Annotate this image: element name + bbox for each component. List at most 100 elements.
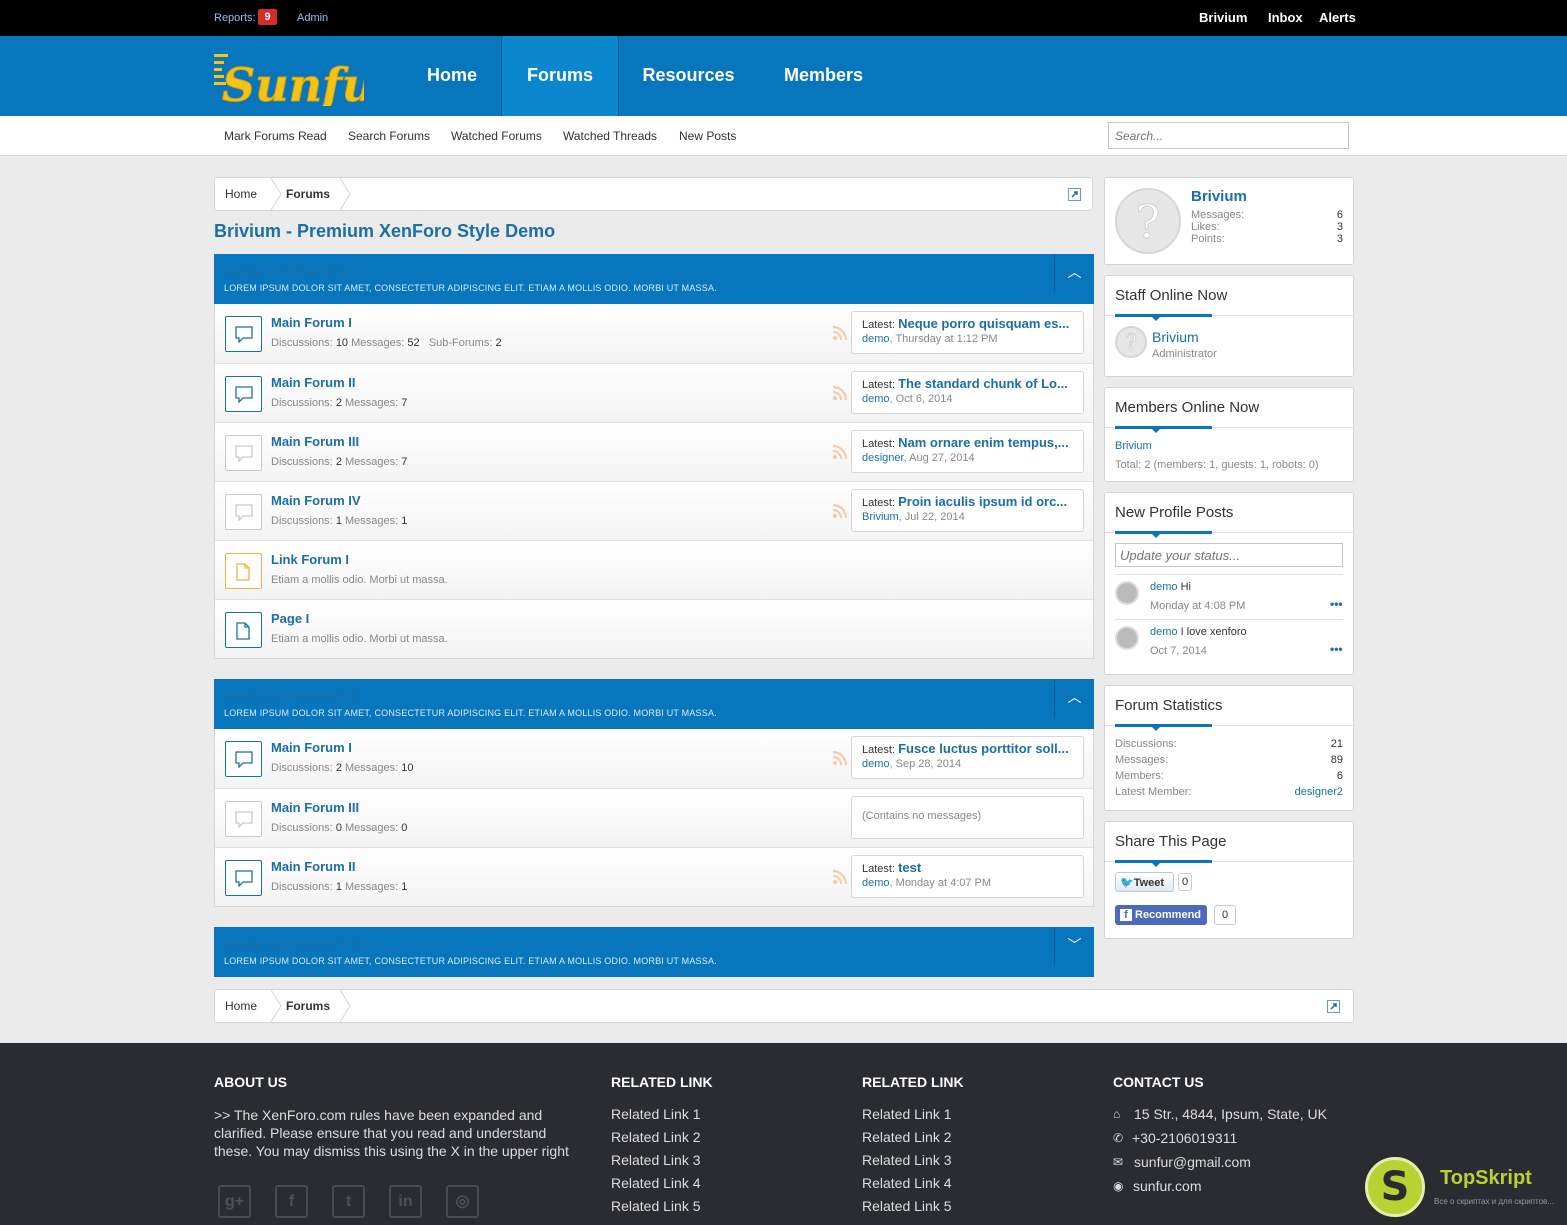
footer-related-link[interactable]: Related Link 2 <box>611 1129 701 1145</box>
forum-unread-icon[interactable] <box>225 741 262 777</box>
contact-website[interactable]: sunfur.com <box>1133 1178 1201 1194</box>
online-member-link[interactable]: Brivium <box>1115 440 1152 452</box>
linkedin-icon[interactable]: in <box>389 1185 422 1218</box>
forum-read-icon[interactable] <box>225 801 262 837</box>
latest-thread-link[interactable]: Fusce luctus porttitor soll... <box>898 741 1068 756</box>
expand-toggle-icon[interactable]: ﹀ <box>1054 927 1094 966</box>
forum-title[interactable]: Page I <box>271 611 309 626</box>
alerts-link[interactable]: Alerts <box>1319 10 1356 25</box>
page-icon[interactable] <box>225 612 262 648</box>
forum-title[interactable]: Main Forum II <box>271 375 356 390</box>
tweet-button[interactable]: 🐦Tweet <box>1115 872 1174 892</box>
footer-related-link[interactable]: Related Link 2 <box>862 1129 952 1145</box>
inbox-link[interactable]: Inbox <box>1268 10 1303 25</box>
dribbble-icon[interactable]: ◎ <box>446 1185 479 1218</box>
forum-title[interactable]: Main Forum II <box>271 859 356 874</box>
more-options-icon[interactable]: ••• <box>1330 597 1343 611</box>
site-logo[interactable]: Sunfur <box>214 44 404 113</box>
mark-forums-read-link[interactable]: Mark Forums Read <box>224 129 327 143</box>
forum-title[interactable]: Main Forum I <box>271 315 352 330</box>
category-title[interactable]: MAIN CATEGORY III <box>224 937 365 954</box>
search-input[interactable] <box>1108 122 1349 149</box>
breadcrumb-home[interactable]: Home <box>225 187 257 201</box>
watched-forums-link[interactable]: Watched Forums <box>451 129 542 143</box>
footer-related-link[interactable]: Related Link 3 <box>611 1152 701 1168</box>
nav-tab-forums[interactable]: Forums <box>501 36 619 116</box>
breadcrumb-forums[interactable]: Forums <box>286 187 330 201</box>
footer-related-link[interactable]: Related Link 1 <box>862 1106 952 1122</box>
profile-post-user[interactable]: demo <box>1150 626 1178 638</box>
facebook-icon[interactable]: f <box>275 1185 308 1218</box>
latest-thread-link[interactable]: Nam ornare enim tempus,... <box>898 435 1069 450</box>
collapse-toggle-icon[interactable]: ︿ <box>1054 679 1094 718</box>
rss-icon[interactable] <box>832 503 848 519</box>
latest-user-link[interactable]: demo <box>862 333 890 345</box>
reports-count-badge[interactable]: 9 <box>258 9 277 25</box>
link-forum-icon[interactable] <box>225 553 262 589</box>
latest-thread-link[interactable]: The standard chunk of Lo... <box>898 376 1068 391</box>
avatar[interactable] <box>1115 581 1139 605</box>
more-options-icon[interactable]: ••• <box>1330 642 1343 656</box>
nav-tab-members[interactable]: Members <box>765 36 882 116</box>
search-forums-link[interactable]: Search Forums <box>348 129 430 143</box>
forum-title[interactable]: Main Forum I <box>271 740 352 755</box>
nav-tab-resources[interactable]: Resources <box>626 36 751 116</box>
forum-title[interactable]: Link Forum I <box>271 552 349 567</box>
forum-title[interactable]: Main Forum III <box>271 434 359 449</box>
rss-icon[interactable] <box>832 869 848 885</box>
profile-post-user[interactable]: demo <box>1150 581 1178 593</box>
category-title[interactable]: MAIN CATEGORY II <box>224 689 361 706</box>
footer-related-link[interactable]: Related Link 5 <box>611 1198 701 1214</box>
breadcrumb-home[interactable]: Home <box>225 999 257 1013</box>
google-plus-icon[interactable]: g+ <box>218 1185 251 1218</box>
forum-title[interactable]: Main Forum IV <box>271 493 361 508</box>
latest-user-link[interactable]: demo <box>862 758 890 770</box>
avatar[interactable]: ? <box>1115 326 1147 358</box>
contact-email[interactable]: sunfur@gmail.com <box>1134 1154 1251 1170</box>
forum-unread-icon[interactable] <box>225 316 262 352</box>
breadcrumb-forums[interactable]: Forums <box>286 999 330 1013</box>
new-posts-link[interactable]: New Posts <box>679 129 736 143</box>
admin-link[interactable]: Admin <box>297 12 328 24</box>
latest-user-link[interactable]: Brivium <box>862 511 899 523</box>
latest-thread-link[interactable]: Proin iaculis ipsum id orc... <box>898 494 1067 509</box>
footer-related-link[interactable]: Related Link 4 <box>611 1175 701 1191</box>
rss-icon[interactable] <box>832 444 848 460</box>
visitor-name[interactable]: Brivium <box>1191 188 1247 205</box>
jump-to-page-icon[interactable] <box>1068 188 1081 201</box>
visitor-username-link[interactable]: Brivium <box>1199 10 1247 25</box>
footer-related-link[interactable]: Related Link 4 <box>862 1175 952 1191</box>
status-update-input[interactable] <box>1115 543 1343 567</box>
footer-related-link[interactable]: Related Link 3 <box>862 1152 952 1168</box>
category-title[interactable]: MAIN CATEGORY I <box>224 264 357 281</box>
collapse-toggle-icon[interactable]: ︿ <box>1054 254 1094 293</box>
nav-tab-home[interactable]: Home <box>402 36 502 116</box>
latest-member-link[interactable]: designer2 <box>1255 786 1343 798</box>
latest-thread-link[interactable]: test <box>898 860 921 875</box>
jump-to-page-icon[interactable] <box>1327 1000 1340 1013</box>
forum-title[interactable]: Main Forum III <box>271 800 359 815</box>
link-forum-row: Link Forum I Etiam a mollis odio. Morbi … <box>215 540 1093 599</box>
forum-description: Etiam a mollis odio. Morbi ut massa. <box>271 633 448 645</box>
rss-icon[interactable] <box>832 750 848 766</box>
latest-user-link[interactable]: demo <box>862 877 890 889</box>
twitter-icon[interactable]: t <box>332 1185 365 1218</box>
sidebar-heading: Members Online Now <box>1115 399 1260 416</box>
footer-related-link[interactable]: Related Link 1 <box>611 1106 701 1122</box>
reports-link[interactable]: Reports: <box>214 12 256 24</box>
latest-thread-link[interactable]: Neque porro quisquam es... <box>898 316 1069 331</box>
avatar[interactable] <box>1115 626 1139 650</box>
forum-unread-icon[interactable] <box>225 860 262 896</box>
latest-user-link[interactable]: demo <box>862 393 890 405</box>
latest-user-link[interactable]: designer <box>862 452 904 464</box>
facebook-recommend-button[interactable]: f Recommend <box>1115 905 1207 925</box>
rss-icon[interactable] <box>832 325 848 341</box>
staff-name-link[interactable]: Brivium <box>1152 329 1199 345</box>
forum-read-icon[interactable] <box>225 494 262 530</box>
watched-threads-link[interactable]: Watched Threads <box>563 129 657 143</box>
footer-related-link[interactable]: Related Link 5 <box>862 1198 952 1214</box>
forum-unread-icon[interactable] <box>225 376 262 412</box>
forum-read-icon[interactable] <box>225 435 262 471</box>
rss-icon[interactable] <box>832 385 848 401</box>
avatar[interactable]: ? <box>1115 188 1181 254</box>
